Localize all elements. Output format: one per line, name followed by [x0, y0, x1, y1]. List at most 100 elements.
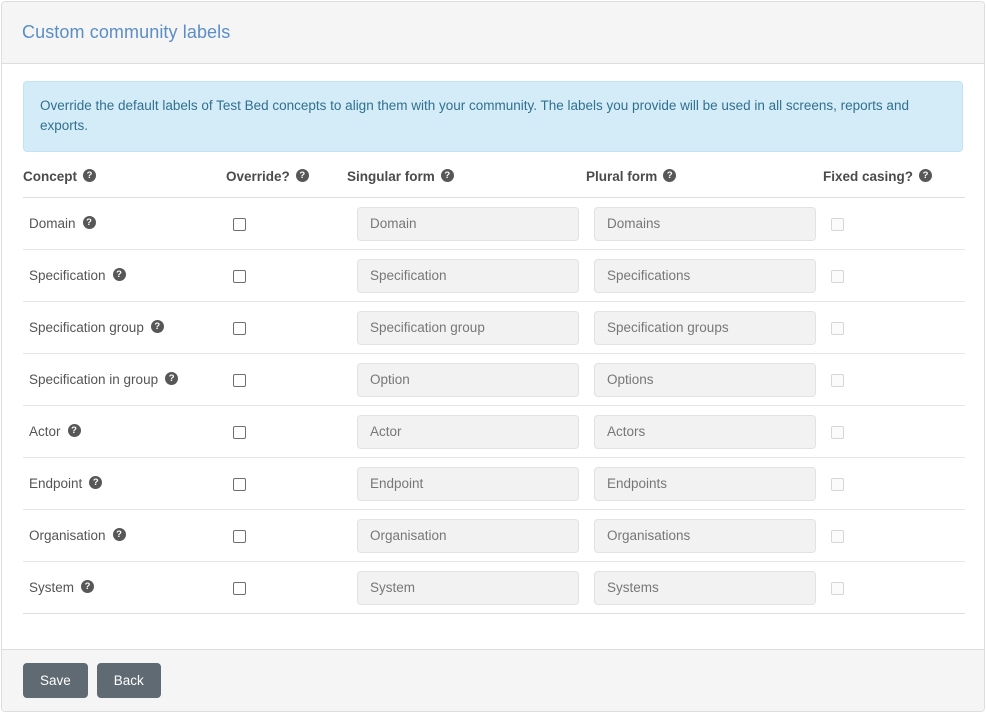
help-icon[interactable]: ? [150, 320, 164, 333]
plural-form-input[interactable] [594, 466, 816, 501]
override-checkbox[interactable] [233, 425, 246, 439]
fixed-casing-checkbox[interactable] [831, 217, 844, 231]
cell-singular-form [347, 405, 586, 458]
cell-plural-form [586, 301, 823, 354]
cell-singular-form [347, 353, 586, 406]
column-header-fixed-casing: Fixed casing? ? [823, 169, 965, 198]
help-icon[interactable]: ? [440, 169, 454, 182]
singular-form-input[interactable] [357, 518, 579, 553]
table-header-row: Concept ? Override? ? Singular form ? Pl… [23, 169, 965, 198]
cell-fixed-casing [823, 249, 965, 302]
singular-form-input[interactable] [357, 258, 579, 293]
card-header: Custom community labels [2, 2, 984, 64]
fixed-casing-checkbox[interactable] [831, 581, 844, 595]
cell-override [226, 197, 347, 250]
cell-fixed-casing [823, 353, 965, 406]
concept-name: Endpoint [29, 476, 83, 491]
column-header-concept-label: Concept [23, 169, 77, 184]
table-row: Actor? [23, 405, 965, 458]
override-checkbox[interactable] [233, 477, 246, 491]
help-icon[interactable]: ? [89, 476, 103, 489]
cell-singular-form [347, 561, 586, 614]
help-icon[interactable]: ? [663, 169, 677, 182]
fixed-casing-checkbox[interactable] [831, 477, 844, 491]
override-checkbox[interactable] [233, 321, 246, 335]
column-header-fixed-casing-label: Fixed casing? [823, 169, 914, 184]
singular-form-input[interactable] [357, 570, 579, 605]
plural-form-input[interactable] [594, 414, 816, 449]
concept-name: Domain [29, 216, 76, 231]
plural-form-input[interactable] [594, 310, 816, 345]
help-icon[interactable]: ? [67, 424, 81, 437]
column-header-singular: Singular form ? [347, 169, 586, 198]
plural-form-input[interactable] [594, 362, 816, 397]
concept-name: Specification [29, 268, 106, 283]
fixed-casing-checkbox[interactable] [831, 321, 844, 335]
help-icon[interactable]: ? [112, 528, 126, 541]
override-checkbox[interactable] [233, 581, 246, 595]
help-icon[interactable]: ? [112, 268, 126, 281]
concept-name: System [29, 580, 75, 595]
singular-form-input[interactable] [357, 414, 579, 449]
override-checkbox[interactable] [233, 217, 246, 231]
concept-name: Actor [29, 424, 61, 439]
cell-concept: Specification in group? [23, 353, 226, 406]
fixed-casing-checkbox[interactable] [831, 425, 844, 439]
override-checkbox[interactable] [233, 269, 246, 283]
column-header-plural-label: Plural form [586, 169, 658, 184]
help-icon[interactable]: ? [919, 169, 933, 182]
cell-override [226, 301, 347, 354]
cell-override [226, 353, 347, 406]
table-body: Domain?Specification?Specification group… [23, 197, 965, 614]
page-title: Custom community labels [22, 22, 231, 42]
cell-fixed-casing [823, 301, 965, 354]
cell-fixed-casing [823, 405, 965, 458]
table-row: Domain? [23, 197, 965, 250]
cell-singular-form [347, 457, 586, 510]
cell-plural-form [586, 197, 823, 250]
cell-concept: Actor? [23, 405, 226, 458]
cell-fixed-casing [823, 561, 965, 614]
fixed-casing-checkbox[interactable] [831, 269, 844, 283]
help-icon[interactable]: ? [82, 216, 96, 229]
table-row: Organisation? [23, 509, 965, 562]
cell-plural-form [586, 509, 823, 562]
plural-form-input[interactable] [594, 206, 816, 241]
plural-form-input[interactable] [594, 258, 816, 293]
cell-singular-form [347, 197, 586, 250]
concept-name: Organisation [29, 528, 106, 543]
cell-concept: Domain? [23, 197, 226, 250]
save-button[interactable]: Save [23, 663, 88, 698]
plural-form-input[interactable] [594, 518, 816, 553]
singular-form-input[interactable] [357, 206, 579, 241]
cell-fixed-casing [823, 509, 965, 562]
concept-name: Specification group [29, 320, 144, 335]
table-row: Endpoint? [23, 457, 965, 510]
singular-form-input[interactable] [357, 466, 579, 501]
override-checkbox[interactable] [233, 373, 246, 387]
singular-form-input[interactable] [357, 310, 579, 345]
fixed-casing-checkbox[interactable] [831, 529, 844, 543]
cell-fixed-casing [823, 457, 965, 510]
plural-form-input[interactable] [594, 570, 816, 605]
card-footer: Save Back [2, 649, 984, 711]
singular-form-input[interactable] [357, 362, 579, 397]
concept-name: Specification in group [29, 372, 159, 387]
cell-concept: Specification? [23, 249, 226, 302]
cell-override [226, 509, 347, 562]
back-button[interactable]: Back [96, 663, 161, 698]
fixed-casing-checkbox[interactable] [831, 373, 844, 387]
override-checkbox[interactable] [233, 529, 246, 543]
help-icon[interactable]: ? [81, 580, 95, 593]
cell-concept: Endpoint? [23, 457, 226, 510]
table-head: Concept ? Override? ? Singular form ? Pl… [23, 169, 965, 198]
help-icon[interactable]: ? [295, 169, 309, 182]
help-icon[interactable]: ? [165, 372, 179, 385]
column-header-concept: Concept ? [23, 169, 226, 198]
cell-override [226, 561, 347, 614]
help-icon[interactable]: ? [83, 169, 96, 182]
cell-plural-form [586, 561, 823, 614]
cell-override [226, 405, 347, 458]
table-row: Specification in group? [23, 353, 965, 406]
cell-plural-form [586, 249, 823, 302]
